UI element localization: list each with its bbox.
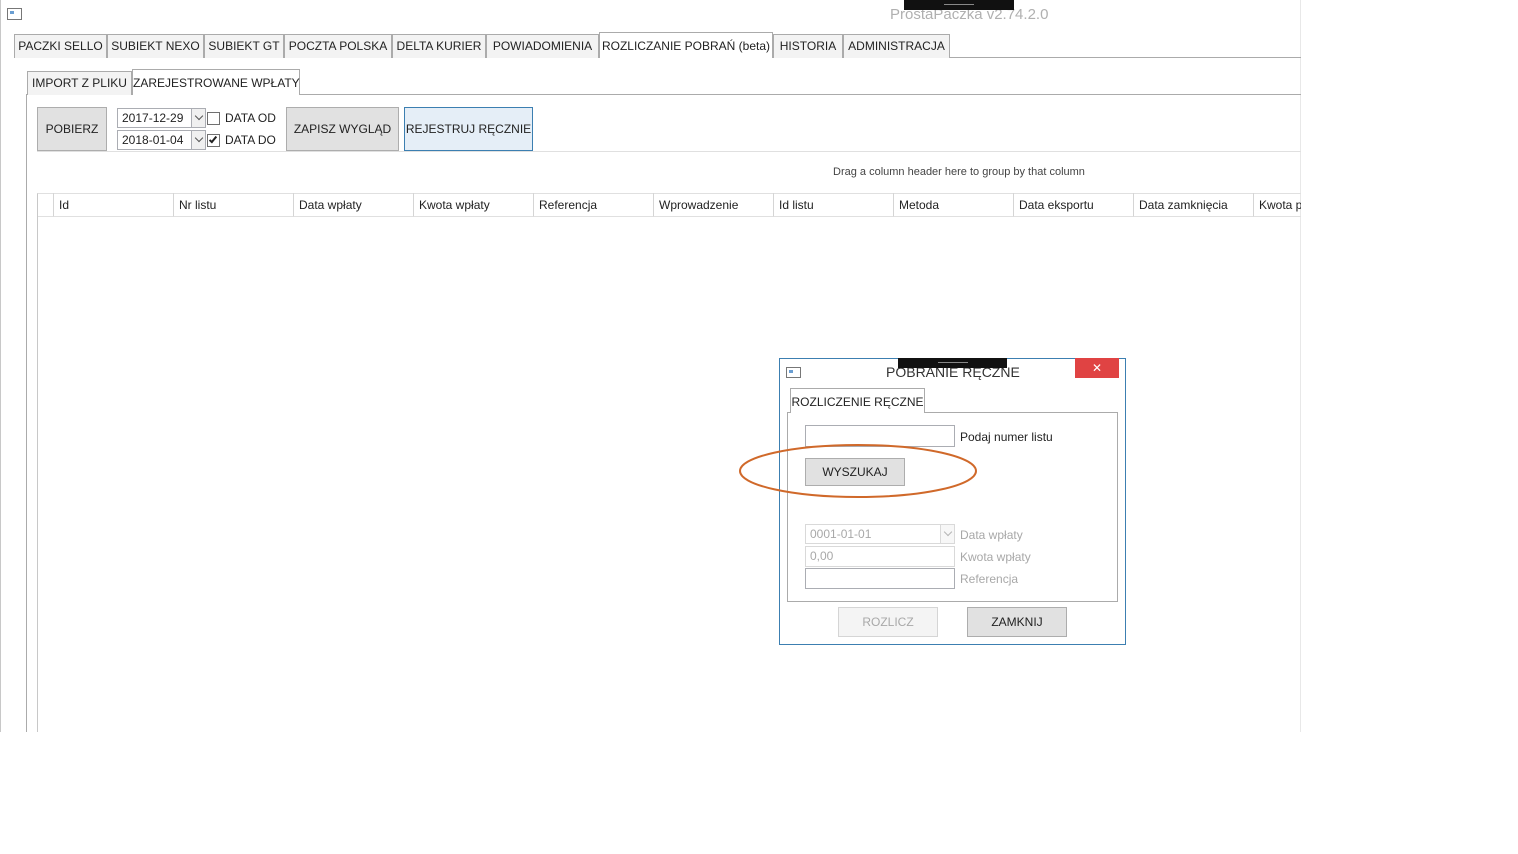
- payment-date-picker[interactable]: 0001-01-01: [805, 524, 955, 544]
- settle-button[interactable]: ROZLICZ: [838, 607, 938, 637]
- column-header-data-eksportu[interactable]: Data eksportu: [1013, 193, 1133, 217]
- tab-rozliczanie-pobran[interactable]: ROZLICZANIE POBRAŃ (beta): [599, 32, 773, 58]
- payment-date-label: Data wpłaty: [960, 528, 1023, 542]
- payment-date-dropdown-icon[interactable]: [940, 525, 954, 543]
- checkmark-icon: [208, 134, 218, 144]
- date-to-checkbox[interactable]: [207, 134, 220, 147]
- group-hint: Drag a column header here to group by th…: [833, 166, 1085, 178]
- payment-amount-label: Kwota wpłaty: [960, 550, 1031, 564]
- app-icon: [7, 8, 22, 20]
- grid-row-header: [38, 193, 53, 217]
- column-header-kwota-p[interactable]: Kwota p: [1253, 193, 1301, 217]
- register-manual-button[interactable]: REJESTRUJ RĘCZNIE: [404, 107, 533, 151]
- tab-administracja[interactable]: ADMINISTRACJA: [843, 34, 950, 58]
- reference-label: Referencja: [960, 572, 1019, 586]
- date-to-value: 2018-01-04: [122, 133, 184, 147]
- tab-subiekt-gt[interactable]: SUBIEKT GT: [204, 34, 284, 58]
- close-icon: ✕: [1091, 361, 1103, 375]
- column-header-id-listu[interactable]: Id listu: [773, 193, 893, 217]
- group-panel: [37, 151, 1301, 193]
- sub-tab-zarejestrowane-wplaty[interactable]: ZAREJESTROWANE WPŁATY: [132, 69, 300, 95]
- column-header-referencja[interactable]: Referencja: [533, 193, 653, 217]
- column-header-metoda[interactable]: Metoda: [893, 193, 1013, 217]
- column-header-data-wplaty[interactable]: Data wpłaty: [293, 193, 413, 217]
- window-drag-grip[interactable]: [904, 0, 1014, 10]
- date-from-dropdown-icon[interactable]: [191, 109, 205, 127]
- date-from-value: 2017-12-29: [122, 111, 184, 125]
- tab-subiekt-nexo[interactable]: SUBIEKT NEXO: [107, 34, 204, 58]
- payment-amount-input[interactable]: 0,00: [805, 546, 955, 567]
- tab-paczki-sello[interactable]: PACZKI SELLO: [14, 34, 107, 58]
- save-layout-button[interactable]: ZAPISZ WYGLĄD: [286, 107, 399, 151]
- date-to-dropdown-icon[interactable]: [191, 131, 205, 149]
- column-header-data-zamkniecia[interactable]: Data zamknięcia: [1133, 193, 1253, 217]
- dialog-app-icon: [786, 367, 801, 378]
- tab-poczta-polska[interactable]: POCZTA POLSKA: [284, 34, 392, 58]
- reference-input[interactable]: [805, 568, 955, 589]
- tab-delta-kurier[interactable]: DELTA KURIER: [392, 34, 486, 58]
- date-from-checkbox[interactable]: [207, 112, 220, 125]
- highlight-ellipse: [739, 444, 977, 498]
- column-header-kwota-wplaty[interactable]: Kwota wpłaty: [413, 193, 533, 217]
- dialog-drag-grip[interactable]: [898, 358, 1007, 368]
- date-from-label: DATA OD: [225, 111, 276, 125]
- payment-amount-value: 0,00: [810, 549, 834, 563]
- dialog-close-button[interactable]: ✕: [1075, 358, 1119, 378]
- date-to-picker[interactable]: 2018-01-04: [117, 130, 206, 150]
- column-header-nr-listu[interactable]: Nr listu: [173, 193, 293, 217]
- tab-historia[interactable]: HISTORIA: [773, 34, 843, 58]
- date-to-label: DATA DO: [225, 133, 276, 147]
- close-dialog-button[interactable]: ZAMKNIJ: [967, 607, 1067, 637]
- date-from-picker[interactable]: 2017-12-29: [117, 108, 206, 128]
- payment-date-value: 0001-01-01: [810, 527, 872, 541]
- sub-tab-import-z-pliku[interactable]: IMPORT Z PLIKU: [27, 71, 132, 95]
- column-header-id[interactable]: Id: [53, 193, 173, 217]
- fetch-button[interactable]: POBIERZ: [37, 107, 107, 151]
- highlight-ellipse-shape: [739, 444, 977, 498]
- dialog-tab-rozliczenie-reczne[interactable]: ROZLICZENIE RĘCZNE: [790, 388, 925, 413]
- column-header-wprowadzenie[interactable]: Wprowadzenie: [653, 193, 773, 217]
- tab-powiadomienia[interactable]: POWIADOMIENIA: [486, 34, 599, 58]
